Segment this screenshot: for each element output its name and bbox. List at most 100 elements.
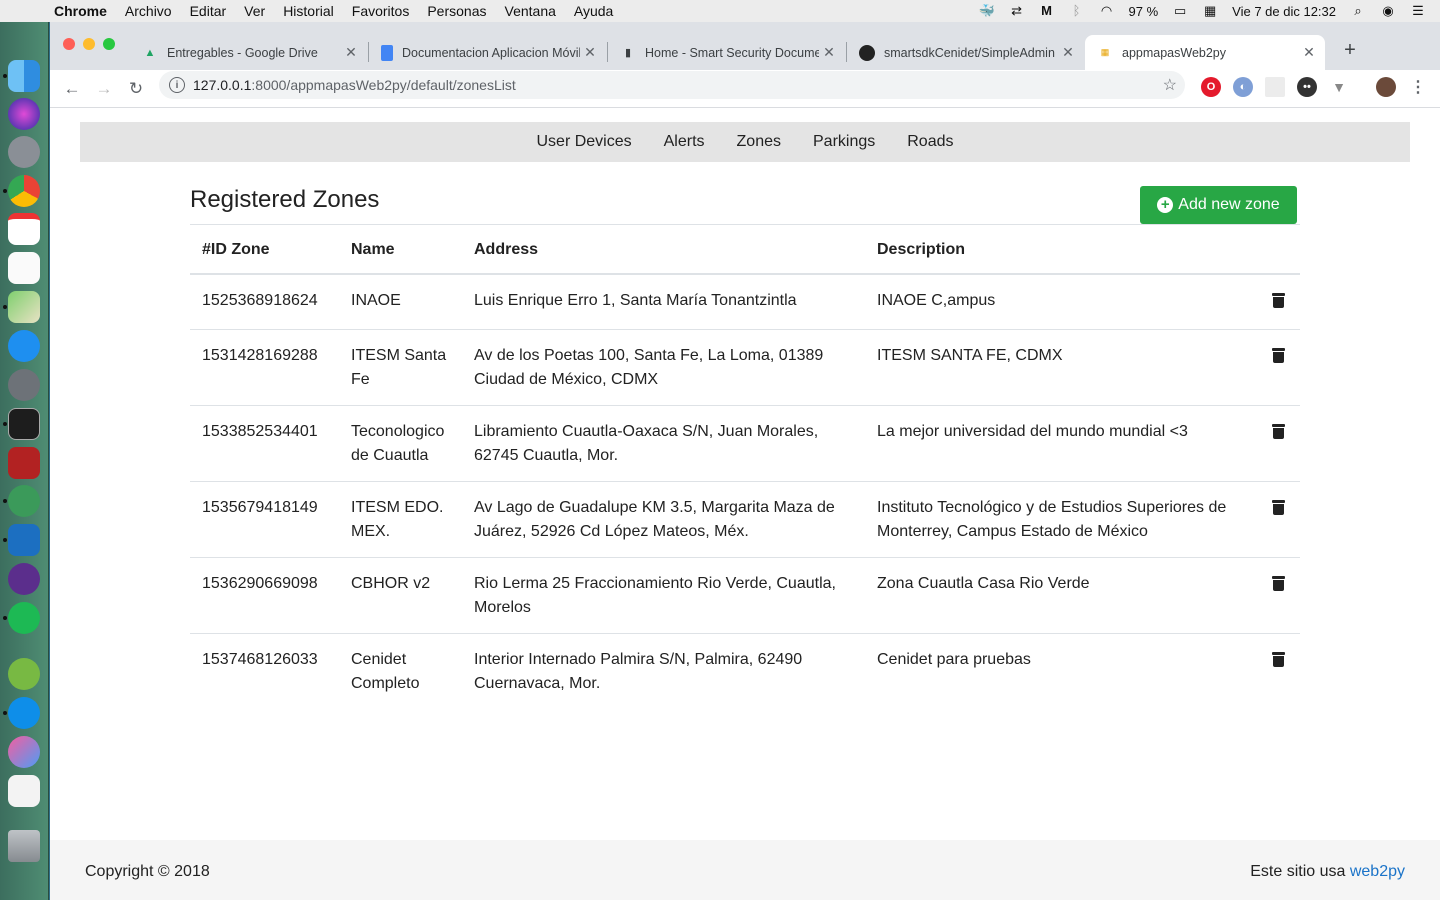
notification-center-icon[interactable]: ☰ <box>1410 4 1426 18</box>
zone-name: Cenidet Completo <box>339 633 462 709</box>
menu-ventana[interactable]: Ventana <box>505 3 556 19</box>
site-info-icon[interactable]: i <box>169 77 185 93</box>
menu-ver[interactable]: Ver <box>244 3 265 19</box>
nav-roads[interactable]: Roads <box>907 133 953 151</box>
docker-icon[interactable]: 🐳 <box>979 4 995 18</box>
maximize-window-button[interactable] <box>103 38 115 50</box>
spotify-icon[interactable] <box>8 602 40 634</box>
close-tab-icon[interactable]: ✕ <box>819 44 839 61</box>
menu-app-name[interactable]: Chrome <box>54 3 107 19</box>
web2py-link[interactable]: web2py <box>1350 863 1405 880</box>
chrome-icon[interactable] <box>8 175 40 207</box>
zone-name: ITESM Santa Fe <box>339 329 462 406</box>
battery-percent[interactable]: 97 % <box>1129 4 1159 19</box>
itunes-icon[interactable] <box>8 736 40 768</box>
launchpad-icon[interactable] <box>8 136 40 168</box>
menu-favoritos[interactable]: Favoritos <box>352 3 410 19</box>
calendar-tray-icon[interactable]: ▦ <box>1202 4 1218 18</box>
opera-extension-icon[interactable]: O <box>1201 77 1221 97</box>
tab-smart-security[interactable]: ▮ Home - Smart Security Documentation ✕ <box>608 35 845 70</box>
zone-id: 1525368918624 <box>190 273 339 330</box>
zone-name: CBHOR v2 <box>339 557 462 634</box>
close-tab-icon[interactable]: ✕ <box>1299 44 1319 61</box>
siri-app-icon[interactable] <box>8 98 40 130</box>
zone-description: Zona Cuautla Casa Rio Verde <box>865 557 1256 634</box>
menu-personas[interactable]: Personas <box>427 3 486 19</box>
delete-cell <box>1256 481 1300 558</box>
extension-blue-icon[interactable]: ◐ <box>1233 77 1253 97</box>
delete-trash-icon[interactable] <box>1271 424 1285 439</box>
zone-description: Cenidet para pruebas <box>865 633 1256 709</box>
calendar-icon[interactable] <box>8 213 40 245</box>
chrome-menu-icon[interactable]: ⋮ <box>1408 77 1428 97</box>
system-preferences-icon[interactable] <box>8 369 40 401</box>
delete-trash-icon[interactable] <box>1271 348 1285 363</box>
spotlight-search-icon[interactable]: ⌕ <box>1350 4 1366 18</box>
menu-ayuda[interactable]: Ayuda <box>574 3 613 19</box>
zone-address: Interior Internado Palmira S/N, Palmira,… <box>462 633 865 709</box>
close-window-button[interactable] <box>63 38 75 50</box>
teamviewer-tray-icon[interactable]: ⇄ <box>1009 4 1025 18</box>
zone-name: ITESM EDO. MEX. <box>339 481 462 558</box>
nav-zones[interactable]: Zones <box>737 133 781 151</box>
zone-id: 1533852534401 <box>190 405 339 482</box>
close-tab-icon[interactable]: ✕ <box>341 44 361 61</box>
bookmark-star-icon[interactable]: ☆ <box>1163 75 1177 95</box>
tab-google-drive[interactable]: ▲ Entregables - Google Drive ✕ <box>130 35 367 70</box>
utorrent-icon[interactable] <box>8 658 40 690</box>
table-header-row: #ID Zone Name Address Description <box>190 224 1300 275</box>
app-store-icon[interactable] <box>8 330 40 362</box>
extension-grid-icon[interactable] <box>1265 77 1285 97</box>
minimize-window-button[interactable] <box>83 38 95 50</box>
tab-appmapasweb2py[interactable]: ▦ appmapasWeb2py ✕ <box>1085 35 1325 70</box>
delete-trash-icon[interactable] <box>1271 652 1285 667</box>
add-new-zone-button[interactable]: + Add new zone <box>1140 186 1297 224</box>
wifi-icon[interactable]: ◠ <box>1099 4 1115 18</box>
running-indicator <box>3 499 7 503</box>
menu-historial[interactable]: Historial <box>283 3 334 19</box>
nav-user-devices[interactable]: User Devices <box>536 133 631 151</box>
extension-dark-icon[interactable]: •• <box>1297 77 1317 97</box>
finder-icon[interactable] <box>8 60 40 92</box>
powered-by: Este sitio usa web2py <box>1250 863 1405 881</box>
trash-can-icon[interactable] <box>8 830 40 862</box>
delete-trash-icon[interactable] <box>1271 293 1285 308</box>
clock[interactable]: Vie 7 de dic 12:32 <box>1232 4 1336 19</box>
table-row: 1525368918624 INAOE Luis Enrique Erro 1,… <box>190 273 1300 330</box>
photo-booth-icon[interactable] <box>8 447 40 479</box>
back-button[interactable]: ← <box>59 76 85 102</box>
document-icon[interactable] <box>8 775 40 807</box>
m-tray-icon[interactable]: M <box>1039 4 1055 18</box>
close-tab-icon[interactable]: ✕ <box>580 44 600 61</box>
table-row: 1531428169288 ITESM Santa Fe Av de los P… <box>190 329 1300 406</box>
bluetooth-icon[interactable]: ᛒ <box>1069 4 1085 18</box>
profile-avatar[interactable] <box>1376 77 1396 97</box>
battery-icon[interactable]: ▭ <box>1172 4 1188 18</box>
tab-documentacion[interactable]: Documentacion Aplicacion Móvil ✕ <box>369 35 606 70</box>
delete-trash-icon[interactable] <box>1271 500 1285 515</box>
teamviewer-icon[interactable] <box>8 697 40 729</box>
google-drive-icon: ▲ <box>144 46 156 59</box>
nav-parkings[interactable]: Parkings <box>813 133 875 151</box>
nav-alerts[interactable]: Alerts <box>664 133 705 151</box>
address-bar[interactable]: i 127.0.0.1:8000/appmapasWeb2py/default/… <box>159 71 1185 99</box>
table-row: 1535679418149 ITESM EDO. MEX. Av Lago de… <box>190 481 1300 558</box>
android-studio-icon[interactable] <box>8 485 40 517</box>
delete-cell <box>1256 405 1300 482</box>
reminders-icon[interactable] <box>8 252 40 284</box>
menu-editar[interactable]: Editar <box>190 3 227 19</box>
github-desktop-icon[interactable] <box>8 563 40 595</box>
terminal-icon[interactable] <box>8 408 40 440</box>
reload-button[interactable]: ↻ <box>123 76 149 102</box>
tab-github[interactable]: smartsdkCenidet/SimpleAdmin ✕ <box>847 35 1084 70</box>
maps-icon[interactable] <box>8 291 40 323</box>
new-tab-button[interactable]: + <box>1336 36 1364 64</box>
delete-trash-icon[interactable] <box>1271 576 1285 591</box>
book-icon: ▮ <box>624 47 632 59</box>
extension-v-icon[interactable]: ▼ <box>1329 77 1349 97</box>
vscode-icon[interactable] <box>8 524 40 556</box>
siri-icon[interactable]: ◉ <box>1380 4 1396 18</box>
menu-archivo[interactable]: Archivo <box>125 3 172 19</box>
close-tab-icon[interactable]: ✕ <box>1058 44 1078 61</box>
forward-button[interactable]: → <box>91 76 117 102</box>
